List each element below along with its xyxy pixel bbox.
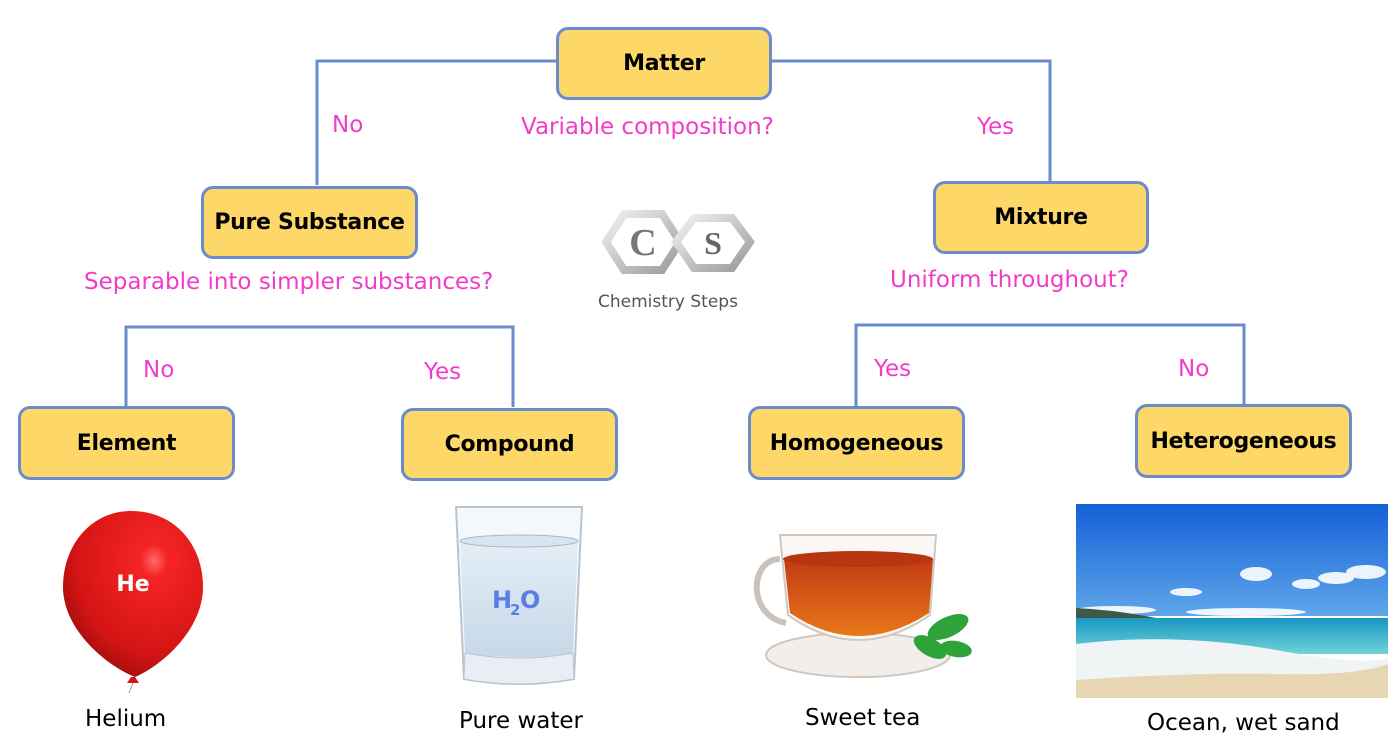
- node-mixture-label: Mixture: [994, 205, 1088, 230]
- formula-subscript: 2: [510, 601, 520, 619]
- node-compound-label: Compound: [444, 432, 575, 457]
- tea-cup-image: [753, 534, 972, 678]
- logo-letter-s: S: [704, 225, 722, 261]
- node-homogeneous-label: Homogeneous: [769, 430, 944, 456]
- edge-label-pure-element: No: [143, 357, 175, 383]
- node-matter-label: Matter: [623, 51, 705, 76]
- logo-letter-c: C: [629, 222, 656, 264]
- edge-label-matter-pure: No: [332, 112, 364, 138]
- caption-helium: Helium: [85, 706, 167, 732]
- node-mixture: Mixture: [933, 181, 1149, 254]
- question-variable-composition: Variable composition?: [521, 114, 774, 140]
- edge-label-matter-mixture: Yes: [977, 114, 1015, 140]
- node-pure-substance-label: Pure Substance: [214, 210, 405, 235]
- node-element-label: Element: [76, 430, 177, 456]
- chemistry-steps-logo: C S Chemistry Steps: [598, 210, 758, 320]
- formula-o: O: [520, 586, 540, 614]
- node-homogeneous: Homogeneous: [748, 406, 965, 480]
- caption-ocean-wet-sand: Ocean, wet sand: [1147, 710, 1340, 736]
- red-balloon-image: He: [63, 511, 203, 694]
- node-heterogeneous: Heterogeneous: [1135, 404, 1352, 478]
- node-element: Element: [18, 406, 235, 480]
- node-matter: Matter: [556, 27, 772, 100]
- node-heterogeneous-label: Heterogeneous: [1150, 428, 1337, 454]
- node-pure-substance: Pure Substance: [201, 186, 418, 259]
- ocean-beach-image: [1076, 504, 1388, 698]
- edge-label-pure-compound: Yes: [424, 359, 462, 385]
- edge-label-mixture-homogeneous: Yes: [874, 356, 912, 382]
- hexagon-logo-icon: C S: [601, 210, 755, 274]
- question-separable: Separable into simpler substances?: [84, 269, 494, 295]
- edge-label-mixture-heterogeneous: No: [1178, 356, 1210, 382]
- logo-text: Chemistry Steps: [598, 292, 738, 312]
- balloon-symbol: He: [116, 572, 149, 597]
- question-uniform: Uniform throughout?: [890, 267, 1129, 293]
- caption-pure-water: Pure water: [459, 708, 583, 734]
- node-compound: Compound: [401, 408, 618, 481]
- caption-sweet-tea: Sweet tea: [805, 705, 921, 731]
- water-glass-image: H 2 O: [454, 506, 584, 685]
